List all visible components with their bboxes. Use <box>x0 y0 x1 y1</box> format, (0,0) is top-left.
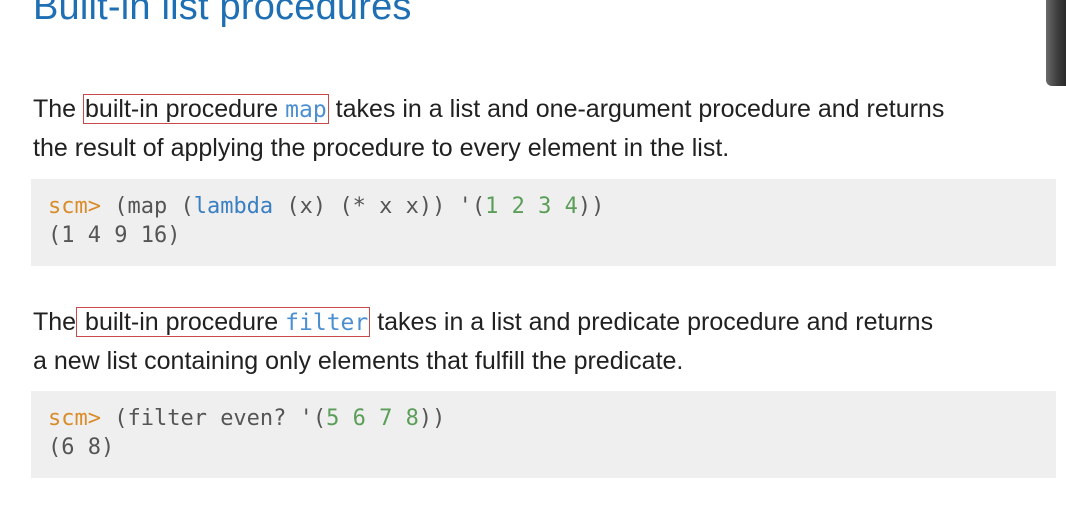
code-block-filter: scm> (filter even? '(5 6 7 8)) (6 8) <box>31 391 1056 478</box>
filter-description: The built-in procedure filter takes in a… <box>33 303 1058 380</box>
code-text: )) <box>577 194 605 219</box>
code-text: )) <box>418 406 446 431</box>
code-number: 8 <box>405 406 419 431</box>
code-keyword: lambda <box>193 194 274 219</box>
code-number: 4 <box>564 194 578 219</box>
highlight-box: built-in procedure filter <box>76 307 371 337</box>
highlight-box: built-in procedure map <box>83 94 329 124</box>
text: The <box>33 95 84 123</box>
code-number: 3 <box>538 194 552 219</box>
text: The <box>33 308 77 336</box>
code-output: (1 4 9 16) <box>48 223 181 248</box>
code-text: (filter even? '( <box>100 406 327 431</box>
code-text: (x) (* x x)) '( <box>273 194 486 219</box>
code-block-map: scm> (map (lambda (x) (* x x)) '(1 2 3 4… <box>31 179 1056 266</box>
code-number: 5 <box>326 406 340 431</box>
page-title: Built-in list procedures <box>33 0 412 28</box>
code-number: 1 <box>485 194 499 219</box>
inline-code-map: map <box>285 97 327 123</box>
text: takes in a list and predicate procedure … <box>370 308 934 336</box>
code-output: (6 8) <box>48 435 115 460</box>
text: takes in a list and one-argument procedu… <box>328 95 945 123</box>
map-description: The built-in procedure map takes in a li… <box>33 90 1058 167</box>
inline-code-filter: filter <box>285 310 369 336</box>
filter-description-line-2: a new list containing only elements that… <box>33 347 684 375</box>
filter-description-line-1: The built-in procedure filter takes in a… <box>33 303 1058 342</box>
code-number: 2 <box>511 194 525 219</box>
text: built-in procedure <box>85 95 286 123</box>
prompt: scm> <box>48 194 101 219</box>
map-description-line-2: the result of applying the procedure to … <box>33 134 730 162</box>
code-number: 7 <box>379 406 393 431</box>
code-number: 6 <box>352 406 366 431</box>
video-thumbnail <box>1046 0 1066 86</box>
text: built-in procedure <box>78 308 286 336</box>
prompt: scm> <box>48 406 101 431</box>
map-description-line-1: The built-in procedure map takes in a li… <box>33 90 1058 129</box>
code-text: (map ( <box>100 194 194 219</box>
